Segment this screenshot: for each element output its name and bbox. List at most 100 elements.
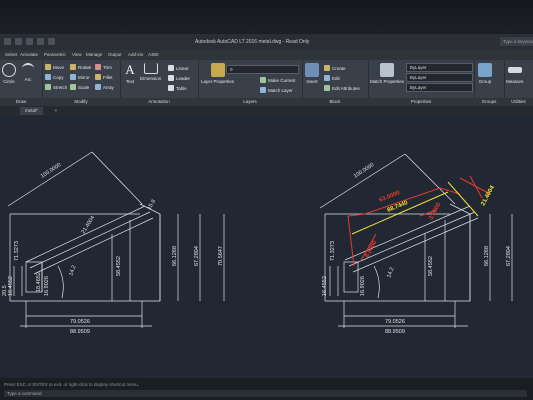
- open-icon[interactable]: [15, 38, 22, 45]
- scale-button[interactable]: Scale: [70, 84, 89, 90]
- left-dim-d8: 67.2804: [194, 246, 200, 266]
- color-select[interactable]: ByLayer: [406, 63, 473, 72]
- draw-panel: Circle Arc Draw: [0, 60, 43, 106]
- file-tab-metal[interactable]: metal*: [20, 107, 43, 115]
- arc-label: Arc: [24, 77, 32, 82]
- edit-attributes-icon: [324, 85, 330, 91]
- new-icon[interactable]: [4, 38, 11, 45]
- right-dim-d1: 71.3273: [330, 241, 336, 261]
- array-button[interactable]: Array: [95, 84, 114, 90]
- text-icon: A: [125, 62, 135, 77]
- ribbon-tabs: Select Annotate Parametric View Manage O…: [0, 50, 533, 60]
- trim-label: Trim: [103, 64, 112, 70]
- left-dim-d5: 14.2: [68, 265, 77, 277]
- tab-a360[interactable]: A360: [148, 52, 159, 57]
- mirror-label: Mirror: [78, 74, 90, 80]
- utilities-panel: Measure Utilities: [504, 60, 533, 106]
- linear-dropdown[interactable]: Linear: [168, 65, 189, 71]
- layer-select[interactable]: 0: [226, 65, 299, 74]
- groups-panel-title[interactable]: Groups: [474, 98, 504, 106]
- search-input[interactable]: Type a keyword: [500, 37, 533, 46]
- insert-button[interactable]: Insert: [305, 63, 319, 84]
- move-icon: [45, 64, 51, 70]
- undo-icon[interactable]: [37, 38, 44, 45]
- utilities-panel-title[interactable]: Utilities: [504, 98, 533, 106]
- copy-button[interactable]: Copy: [45, 74, 64, 80]
- dimension-button[interactable]: Dimension: [140, 63, 161, 81]
- properties-panel-title[interactable]: Properties: [368, 98, 474, 106]
- array-label: Array: [103, 84, 114, 90]
- linetype-select[interactable]: ByLayer: [406, 73, 473, 82]
- measure-label: Measure: [506, 79, 524, 84]
- new-tab-icon[interactable]: +: [52, 107, 60, 115]
- group-button[interactable]: Group: [478, 63, 492, 84]
- right-red-dim-text-2: 3.0000: [428, 201, 442, 221]
- leader-dropdown[interactable]: Leader: [168, 75, 190, 81]
- quick-access-toolbar: [4, 38, 55, 45]
- tab-manage[interactable]: Manage: [86, 52, 102, 57]
- leader-icon: [168, 75, 174, 81]
- match-properties-button[interactable]: Match Properties: [370, 63, 404, 84]
- lineweight-select[interactable]: ByLayer: [406, 83, 473, 92]
- scale-label: Scale: [78, 84, 90, 90]
- right-dim-d5: 14.2: [386, 267, 395, 279]
- right-dim-b2-text: 88.9509: [385, 329, 405, 335]
- left-dim-d6: 18.4652: [36, 272, 42, 292]
- tab-parametric[interactable]: Parametric: [44, 52, 66, 57]
- rotate-button[interactable]: Rotate: [70, 64, 91, 70]
- mirror-button[interactable]: Mirror: [70, 74, 90, 80]
- match-layer-button[interactable]: Match Layer: [260, 87, 293, 93]
- right-yellow-dim-text-2: 21.4004: [480, 184, 496, 207]
- trim-button[interactable]: Trim: [95, 64, 112, 70]
- tab-output[interactable]: Output: [108, 52, 122, 57]
- edit-label: Edit: [332, 75, 340, 81]
- make-current-label: Make Current: [268, 77, 296, 83]
- circle-button[interactable]: Circle: [2, 63, 16, 84]
- edit-block-button[interactable]: Edit: [324, 75, 340, 81]
- match-layer-label: Match Layer: [268, 87, 293, 93]
- move-button[interactable]: Move: [45, 64, 64, 70]
- command-line: Press ESC or ENTER to exit, or right-cli…: [0, 378, 533, 400]
- table-button[interactable]: Table: [168, 85, 187, 91]
- fillet-icon: [95, 74, 101, 80]
- redo-icon[interactable]: [48, 38, 55, 45]
- command-input[interactable]: Type a command: [4, 390, 527, 397]
- left-frame: [9, 203, 161, 302]
- trim-icon: [95, 64, 101, 70]
- insert-icon: [305, 63, 319, 77]
- create-block-button[interactable]: Create: [324, 65, 346, 71]
- right-yellow-dim-text-1: 88.7440: [387, 200, 410, 214]
- text-button[interactable]: A Text: [123, 62, 137, 85]
- make-current-button[interactable]: Make Current: [260, 77, 295, 83]
- tab-add-ins[interactable]: Add-ins: [128, 52, 143, 57]
- block-panel-title[interactable]: Block: [302, 98, 368, 106]
- tab-select[interactable]: Select: [5, 52, 18, 57]
- annotation-panel-title[interactable]: Annotation: [120, 98, 198, 106]
- tab-annotate[interactable]: Annotate: [20, 52, 38, 57]
- mirror-icon: [70, 74, 76, 80]
- drawing-canvas[interactable]: 100.0000 71.3273 21.4004 16.4552 58.4552…: [0, 116, 533, 378]
- draw-panel-title[interactable]: Draw: [0, 98, 42, 106]
- left-top-dim-line: [7, 151, 93, 207]
- window-title: Autodesk AutoCAD LT 2016 metal.dwg - Rea…: [195, 39, 310, 45]
- group-label: Group: [478, 79, 492, 84]
- file-tabs: metal* +: [0, 106, 533, 116]
- fillet-button[interactable]: Fillet: [95, 74, 113, 80]
- tab-view[interactable]: View: [72, 52, 82, 57]
- arc-button[interactable]: Arc: [22, 63, 34, 82]
- title-bar: Autodesk AutoCAD LT 2016 metal.dwg - Rea…: [0, 34, 533, 50]
- save-icon[interactable]: [26, 38, 33, 45]
- layers-panel-title[interactable]: Layers: [198, 98, 302, 106]
- stretch-label: Stretch: [53, 84, 68, 90]
- right-arc: [373, 265, 380, 299]
- left-dim-b2-text: 88.9509: [70, 329, 90, 335]
- edit-attributes-label: Edit Attributes: [332, 85, 360, 91]
- right-red-dim-text-1: 63.0000: [379, 190, 402, 204]
- edit-attributes-button[interactable]: Edit Attributes: [324, 85, 360, 91]
- right-top-dim-line: [319, 153, 406, 209]
- stretch-button[interactable]: Stretch: [45, 84, 67, 90]
- measure-button[interactable]: Measure: [506, 63, 524, 84]
- layer-properties-icon: [210, 63, 225, 77]
- table-label: Table: [176, 85, 187, 91]
- modify-panel-title[interactable]: Modify: [42, 98, 120, 106]
